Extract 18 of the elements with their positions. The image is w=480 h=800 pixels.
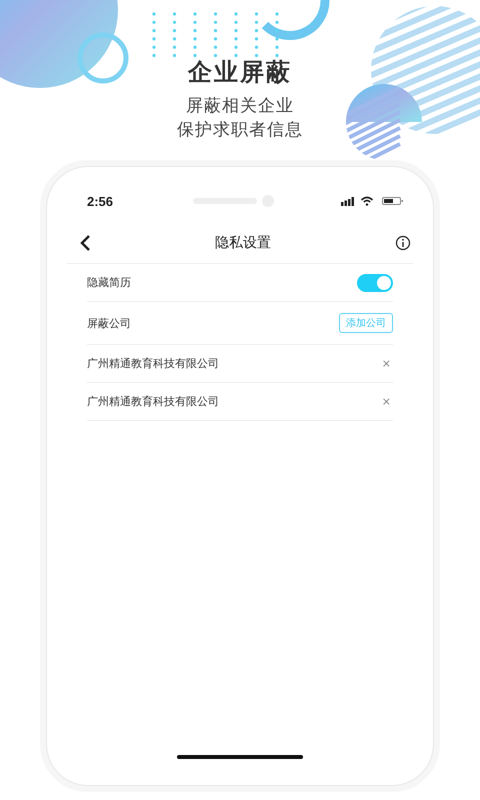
page-title: 隐私设置	[215, 234, 271, 252]
company-name: 广州精通教育科技有限公司	[87, 394, 219, 409]
back-icon[interactable]	[79, 234, 91, 252]
info-icon[interactable]	[395, 235, 411, 251]
company-name: 广州精通教育科技有限公司	[87, 356, 219, 371]
signal-icon	[341, 196, 354, 206]
remove-button[interactable]: ×	[382, 395, 393, 408]
promo-subtitle: 保护求职者信息	[177, 119, 303, 142]
setting-label: 隐藏简历	[87, 275, 131, 290]
toggle-switch[interactable]	[357, 274, 393, 292]
promo-subtitle: 屏蔽相关企业	[186, 95, 294, 118]
setting-label: 屏蔽公司	[87, 316, 131, 330]
promo-title: 企业屏蔽	[188, 57, 292, 88]
remove-button[interactable]: ×	[382, 357, 393, 370]
add-company-button[interactable]: 添加公司	[339, 313, 393, 333]
wifi-icon	[361, 196, 373, 206]
status-time: 2:56	[87, 194, 114, 208]
battery-icon	[382, 197, 403, 205]
